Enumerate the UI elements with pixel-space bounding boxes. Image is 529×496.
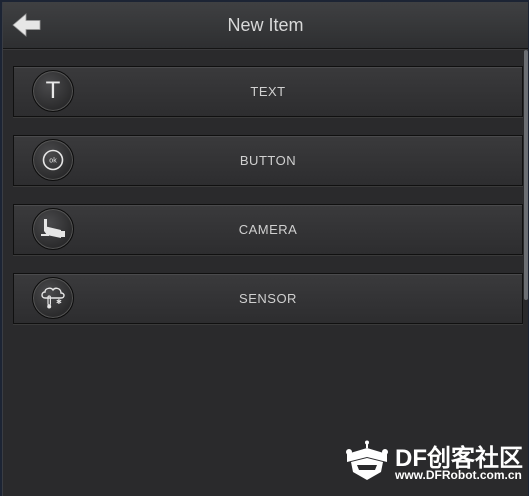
back-button[interactable]: [11, 11, 43, 39]
list-item-button[interactable]: ok BUTTON: [13, 135, 523, 186]
header-bar: New Item: [3, 2, 528, 49]
list-item-label: TEXT: [250, 84, 286, 99]
robot-logo-icon: [346, 440, 388, 480]
back-arrow-icon: [12, 13, 41, 37]
item-type-list: T TEXT ok BUTTON CAMERA ✱ SENSOR: [13, 66, 523, 342]
list-item-label: SENSOR: [239, 291, 297, 306]
page-title: New Item: [227, 15, 304, 35]
list-item-text[interactable]: T TEXT: [13, 66, 523, 117]
list-item-label: BUTTON: [239, 153, 297, 168]
list-item-sensor[interactable]: ✱ SENSOR: [13, 273, 523, 324]
watermark-url: www.DFRobot.com.cn: [395, 468, 522, 482]
app-window: New Item T TEXT ok BUTTON CAMERA ✱ SENSO…: [2, 2, 528, 496]
watermark: DF创客社区 www.DFRobot.com.cn: [343, 438, 529, 493]
scrollbar[interactable]: [524, 50, 528, 300]
list-item-label: CAMERA: [238, 222, 298, 237]
list-item-camera[interactable]: CAMERA: [13, 204, 523, 255]
